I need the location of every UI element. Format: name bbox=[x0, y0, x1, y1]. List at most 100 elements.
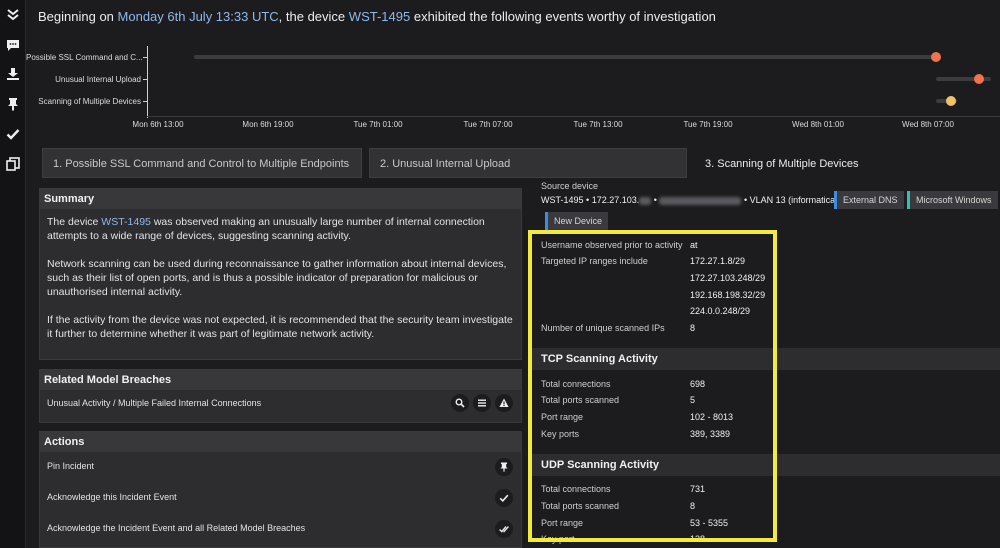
udp-label: Total ports scanned bbox=[541, 501, 620, 511]
source-separator: • bbox=[743, 195, 748, 205]
action-label: Acknowledge the Incident Event and all R… bbox=[47, 523, 306, 533]
tcp-label: Total connections bbox=[541, 379, 611, 389]
tag-microsoft-windows[interactable]: Microsoft Windows bbox=[907, 191, 998, 209]
timeline-x-tick-label: Tue 7th 13:00 bbox=[573, 120, 623, 129]
timeline-x-tick-label: Mon 6th 13:00 bbox=[132, 120, 184, 129]
summary-paragraph: Network scanning can be used during reco… bbox=[47, 258, 507, 298]
tcp-value: 5 bbox=[690, 395, 696, 405]
pin-button[interactable] bbox=[0, 91, 26, 117]
udp-value: 53 - 5355 bbox=[690, 518, 729, 528]
copy-button[interactable] bbox=[0, 151, 26, 177]
pin-icon bbox=[500, 462, 508, 472]
timeline-x-tick-label: Tue 7th 01:00 bbox=[353, 120, 403, 129]
tcp-value: 102 - 8013 bbox=[690, 412, 734, 422]
list-icon bbox=[478, 399, 486, 407]
header-prefix: Beginning on bbox=[38, 9, 114, 24]
ip-ranges-label: Targeted IP ranges include bbox=[541, 256, 648, 266]
timeline-x-tick-label: Mon 6th 19:00 bbox=[242, 120, 294, 129]
breach-label: Unusual Activity / Multiple Failed Inter… bbox=[47, 398, 262, 408]
action-label: Acknowledge this Incident Event bbox=[47, 492, 177, 502]
source-device-label: Source device bbox=[541, 181, 599, 191]
timeline-row-label: Unusual Internal Upload bbox=[55, 75, 141, 84]
acknowledge-button[interactable] bbox=[0, 121, 26, 147]
timeline-event-dot[interactable] bbox=[974, 74, 985, 84]
summary-paragraph: The device WST-1495 was observed making … bbox=[47, 215, 514, 243]
check-icon bbox=[6, 129, 20, 140]
left-toolbar bbox=[0, 0, 26, 548]
tcp-section-title: TCP Scanning Activity bbox=[530, 348, 1000, 370]
tag-new-device[interactable]: New Device bbox=[545, 212, 609, 230]
tcp-value: 698 bbox=[690, 379, 706, 389]
warning-icon bbox=[499, 398, 509, 407]
udp-value: 138 bbox=[690, 534, 706, 544]
breach-list-button[interactable] bbox=[473, 394, 491, 412]
breaches-title: Related Model Breaches bbox=[40, 370, 521, 390]
action-row-pin[interactable]: Pin Incident bbox=[40, 452, 521, 483]
pin-incident-button[interactable] bbox=[495, 458, 513, 476]
timeline-x-tick-label: Wed 8th 07:00 bbox=[902, 120, 954, 129]
action-row-acknowledge-all[interactable]: Acknowledge the Incident Event and all R… bbox=[40, 514, 521, 545]
source-separator: • bbox=[653, 195, 657, 205]
tab-ssl-command-control[interactable]: 1. Possible SSL Command and Control to M… bbox=[42, 148, 362, 178]
udp-label: Total connections bbox=[541, 484, 611, 494]
udp-value: 8 bbox=[690, 501, 696, 511]
action-label: Pin Incident bbox=[47, 461, 95, 471]
header-middle: , the device bbox=[278, 9, 346, 24]
timeline-row-tick bbox=[143, 79, 147, 80]
tag-external-dns[interactable]: External DNS bbox=[834, 191, 904, 209]
header-device-link[interactable]: WST-1495 bbox=[349, 9, 410, 24]
timeline-x-tick-label: Wed 8th 01:00 bbox=[792, 120, 844, 129]
summary-paragraph: If the activity from the device was not … bbox=[47, 314, 513, 340]
tab-scanning-multiple-devices[interactable]: 3. Scanning of Multiple Devices bbox=[694, 148, 1000, 178]
event-timeline: Possible SSL Command and C... Unusual Int… bbox=[26, 36, 1000, 140]
summary-title: Summary bbox=[40, 189, 521, 209]
action-row-acknowledge[interactable]: Acknowledge this Incident Event bbox=[40, 483, 521, 514]
redacted-mac bbox=[659, 196, 742, 205]
check-icon bbox=[499, 494, 509, 502]
search-icon bbox=[455, 398, 465, 408]
summary-text: The device WST-1495 was observed making … bbox=[40, 209, 521, 361]
comment-button[interactable] bbox=[0, 32, 26, 58]
timeline-event-dot[interactable] bbox=[931, 52, 942, 62]
source-ip: 172.27.103. bbox=[591, 195, 640, 205]
tab-unusual-internal-upload[interactable]: 2. Unusual Internal Upload bbox=[369, 148, 687, 178]
redacted-ip bbox=[639, 196, 652, 205]
timeline-row-tick bbox=[143, 57, 147, 58]
header-date-link[interactable]: Monday 6th July 13:33 UTC bbox=[118, 9, 279, 24]
collapse-button[interactable] bbox=[0, 2, 26, 28]
header-suffix: exhibited the following events worthy of… bbox=[413, 9, 716, 24]
ip-range: 172.27.1.8/29 bbox=[690, 256, 746, 266]
tab-label: 2. Unusual Internal Upload bbox=[380, 158, 511, 170]
timeline-row-label: Scanning of Multiple Devices bbox=[38, 97, 141, 106]
unique-ips-value: 8 bbox=[690, 323, 696, 333]
tcp-label: Port range bbox=[541, 412, 584, 422]
summary-device-link[interactable]: WST-1495 bbox=[101, 216, 151, 228]
ip-range: 172.27.103.248/29 bbox=[690, 273, 766, 283]
timeline-event-track[interactable] bbox=[193, 55, 937, 59]
acknowledge-event-button[interactable] bbox=[495, 489, 513, 507]
timeline-row-label: Possible SSL Command and C... bbox=[26, 53, 143, 62]
breach-row: Unusual Activity / Multiple Failed Inter… bbox=[40, 390, 521, 421]
tab-label: 3. Scanning of Multiple Devices bbox=[705, 158, 859, 170]
source-separator: • bbox=[586, 195, 590, 205]
breach-warning-button[interactable] bbox=[495, 394, 513, 412]
download-icon bbox=[7, 68, 19, 80]
ip-range: 224.0.0.248/29 bbox=[690, 306, 751, 316]
timeline-y-axis bbox=[147, 46, 148, 118]
breach-search-button[interactable] bbox=[451, 394, 469, 412]
timeline-event-dot[interactable] bbox=[946, 96, 957, 106]
timeline-x-tick-label: Tue 7th 19:00 bbox=[683, 120, 733, 129]
download-button[interactable] bbox=[0, 61, 26, 87]
tcp-label: Key ports bbox=[541, 429, 580, 439]
tcp-label: Total ports scanned bbox=[541, 395, 620, 405]
source-device-name[interactable]: WST-1495 bbox=[541, 195, 584, 205]
timeline-x-tick-label: Tue 7th 07:00 bbox=[463, 120, 513, 129]
udp-value: 731 bbox=[690, 484, 706, 494]
pin-icon bbox=[8, 98, 18, 111]
incident-header: Beginning on Monday 6th July 13:33 UTC, … bbox=[38, 9, 716, 24]
double-chevron-down-icon bbox=[7, 9, 19, 21]
username-label: Username observed prior to activity bbox=[541, 240, 683, 250]
unique-ips-label: Number of unique scanned IPs bbox=[541, 323, 665, 333]
acknowledge-all-button[interactable] bbox=[495, 520, 513, 538]
ip-range: 192.168.198.32/29 bbox=[690, 290, 766, 300]
